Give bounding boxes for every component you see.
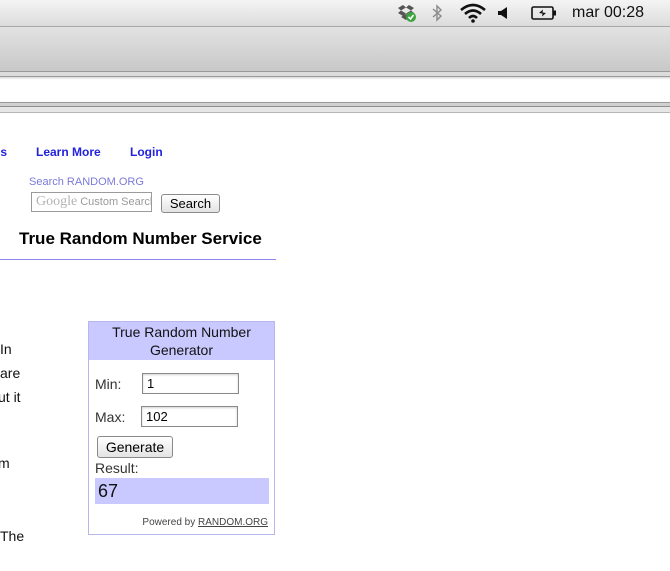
address-bar-area (0, 72, 670, 107)
search-button[interactable]: Search (161, 194, 220, 213)
body-text-fragment: In (0, 341, 12, 357)
bluetooth-icon[interactable] (429, 3, 445, 23)
menubar-clock[interactable]: mar 00:28 (572, 4, 644, 22)
random-number-widget: True Random Number Generator Min: Max: G… (88, 321, 275, 535)
body-text-fragment: ut it (0, 389, 21, 405)
powered-by-text: Powered by (142, 517, 196, 528)
browser-toolbar (0, 27, 670, 72)
nav-link-learn-more[interactable]: Learn More (36, 145, 101, 159)
nav-link-login[interactable]: Login (130, 145, 163, 159)
title-divider (0, 259, 276, 260)
toolbar-divider (0, 107, 670, 113)
powered-by: Powered by RANDOM.ORG (142, 517, 268, 528)
nav-link-partial[interactable]: ls (0, 145, 7, 159)
wifi-icon[interactable] (459, 3, 487, 23)
max-input[interactable] (141, 406, 238, 427)
body-text-fragment: The (0, 528, 25, 544)
volume-icon[interactable] (495, 3, 511, 23)
search-label: Search RANDOM.ORG (29, 176, 144, 188)
max-label: Max: (95, 409, 126, 425)
menu-bar: mar 00:28 (0, 0, 670, 27)
dropbox-icon[interactable] (394, 3, 418, 23)
result-value: 67 (95, 478, 269, 504)
result-label: Result: (95, 460, 139, 476)
generate-button[interactable]: Generate (97, 436, 173, 458)
powered-by-link[interactable]: RANDOM.ORG (198, 517, 268, 528)
widget-title: True Random Number Generator (89, 322, 274, 360)
page-title: True Random Number Service (19, 229, 262, 248)
search-input[interactable]: Google Custom Search (31, 192, 152, 212)
min-label: Min: (95, 376, 122, 392)
min-input[interactable] (142, 373, 239, 394)
google-logo: Google (36, 194, 78, 209)
body-text-fragment: m (0, 455, 10, 471)
address-field[interactable] (0, 76, 670, 103)
search-placeholder: Custom Search (80, 196, 152, 208)
battery-icon[interactable] (530, 3, 558, 23)
body-text-fragment: are (0, 365, 21, 381)
